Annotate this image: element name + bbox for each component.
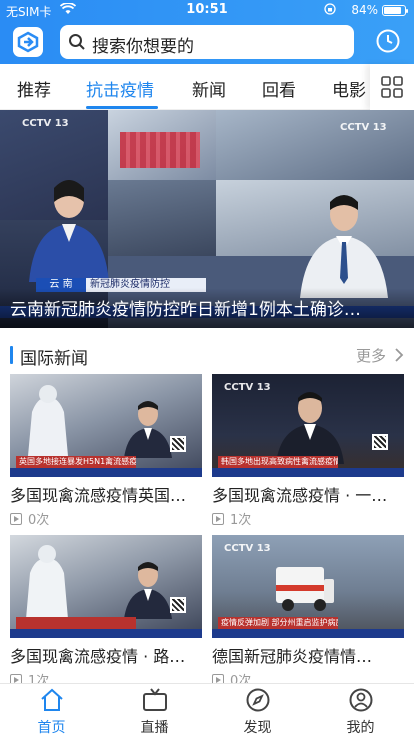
tabbar-label: 发现 bbox=[243, 720, 272, 736]
card-title: 德国新冠肺炎疫情情… bbox=[212, 647, 373, 666]
battery-icon bbox=[382, 5, 408, 16]
card-title: 多国现禽流感疫情 · 一… bbox=[212, 486, 388, 505]
card-thumbnail bbox=[10, 535, 202, 638]
profile-icon bbox=[349, 688, 373, 712]
card-ticker bbox=[212, 468, 404, 477]
card-banner bbox=[16, 617, 136, 629]
chevron-right-icon[interactable] bbox=[394, 347, 404, 367]
news-card[interactable]: CCTV 13 韩国多地出现高致病性禽流感疫情 多国现禽流感疫情 · 一… 1次 bbox=[212, 374, 404, 528]
card-banner: 英国多地接连暴发H5N1禽流感疫情 bbox=[16, 456, 136, 468]
tab-fight-epidemic[interactable]: 抗击疫情 bbox=[86, 76, 154, 101]
orientation-lock-icon bbox=[324, 3, 336, 18]
card-thumbnail: CCTV 13 疫情反弹加剧 部分州重启监护病房告急 bbox=[212, 535, 404, 638]
hero-tile-bus bbox=[108, 180, 216, 256]
battery-percent: 84% bbox=[351, 3, 378, 17]
tab-replay[interactable]: 回看 bbox=[262, 76, 296, 101]
hero-caption: 云南新冠肺炎疫情防控昨日新增1例本土确诊… bbox=[10, 300, 361, 320]
qr-code bbox=[372, 434, 388, 450]
card-thumbnail: 英国多地接连暴发H5N1禽流感疫情 bbox=[10, 374, 202, 477]
hero-anchor-left bbox=[29, 180, 109, 282]
hero-anchor-right bbox=[300, 195, 388, 298]
play-count-icon bbox=[10, 513, 22, 525]
news-card[interactable]: 多国现禽流感疫情 · 路… 1次 bbox=[10, 535, 202, 689]
history-clock-icon[interactable] bbox=[375, 28, 401, 54]
news-card[interactable]: 英国多地接连暴发H5N1禽流感疫情 多国现禽流感疫情英国… 0次 bbox=[10, 374, 202, 528]
qr-code bbox=[170, 597, 186, 613]
tab-movies[interactable]: 电影 bbox=[332, 76, 366, 101]
qr-code bbox=[170, 436, 186, 452]
hero-tile-workers bbox=[216, 110, 414, 180]
card-thumbnail: CCTV 13 韩国多地出现高致病性禽流感疫情 bbox=[212, 374, 404, 477]
hero-channel-logo-right: CCTV 13 bbox=[340, 122, 387, 133]
compass-icon bbox=[246, 688, 270, 712]
more-link[interactable]: 更多 bbox=[356, 345, 386, 366]
section-header: 国际新闻 更多 bbox=[0, 338, 414, 372]
search-icon bbox=[68, 33, 86, 55]
top-header: 无SIM卡 10:51 84% 搜索你想要的 bbox=[0, 0, 414, 64]
tabbar-item-discover[interactable]: 发现 bbox=[206, 684, 309, 736]
hero-channel-logo: CCTV 13 bbox=[22, 118, 69, 129]
tabbar-label: 首页 bbox=[37, 720, 66, 736]
view-count: 0次 bbox=[28, 513, 50, 528]
card-ticker bbox=[10, 468, 202, 477]
card-banner: 韩国多地出现高致病性禽流感疫情 bbox=[218, 456, 338, 468]
card-channel-logo: CCTV 13 bbox=[224, 382, 271, 393]
card-title: 多国现禽流感疫情英国… bbox=[10, 486, 187, 505]
news-card[interactable]: CCTV 13 疫情反弹加剧 部分州重启监护病房告急 德国新冠肺炎疫情情… 0次 bbox=[212, 535, 404, 689]
grid-icon bbox=[381, 76, 403, 98]
active-tab-indicator bbox=[86, 106, 158, 109]
tabbar-label: 我的 bbox=[346, 720, 375, 736]
card-title: 多国现禽流感疫情 · 路… bbox=[10, 647, 186, 666]
status-bar: 无SIM卡 10:51 84% bbox=[0, 0, 414, 20]
card-views: 1次 bbox=[212, 509, 251, 528]
card-views: 0次 bbox=[10, 509, 49, 528]
play-count-icon bbox=[212, 513, 224, 525]
tv-icon bbox=[143, 688, 167, 711]
app-logo-icon[interactable] bbox=[13, 27, 43, 57]
search-input[interactable]: 搜索你想要的 bbox=[60, 25, 354, 59]
tabbar-item-live[interactable]: 直播 bbox=[103, 684, 206, 736]
tabbar-item-profile[interactable]: 我的 bbox=[309, 684, 412, 736]
card-channel-logo: CCTV 13 bbox=[224, 543, 271, 554]
view-count: 1次 bbox=[230, 513, 252, 528]
category-tabs: 推荐 抗击疫情 新闻 回看 电影 bbox=[0, 64, 414, 110]
section-accent-bar bbox=[10, 346, 13, 364]
card-ticker bbox=[212, 629, 404, 638]
hero-tile-samples bbox=[120, 132, 200, 168]
ambulance-illustration bbox=[276, 567, 334, 611]
tabbar-item-home[interactable]: 首页 bbox=[0, 684, 103, 736]
bottom-tab-bar: 首页 直播 发现 我的 bbox=[0, 683, 414, 736]
card-banner: 疫情反弹加剧 部分州重启监护病房告急 bbox=[218, 617, 338, 629]
search-placeholder: 搜索你想要的 bbox=[92, 37, 194, 57]
tab-news[interactable]: 新闻 bbox=[192, 76, 226, 101]
tab-recommend[interactable]: 推荐 bbox=[17, 76, 51, 101]
tabbar-label: 直播 bbox=[140, 720, 169, 736]
card-ticker bbox=[10, 629, 202, 638]
category-grid-button[interactable] bbox=[370, 64, 414, 110]
hero-banner[interactable]: CCTV 13 CCTV 13 云 南 新冠肺炎疫情防控 云南新冠肺炎疫情防控昨… bbox=[0, 110, 414, 328]
home-icon bbox=[41, 688, 63, 711]
section-title: 国际新闻 bbox=[20, 349, 88, 369]
